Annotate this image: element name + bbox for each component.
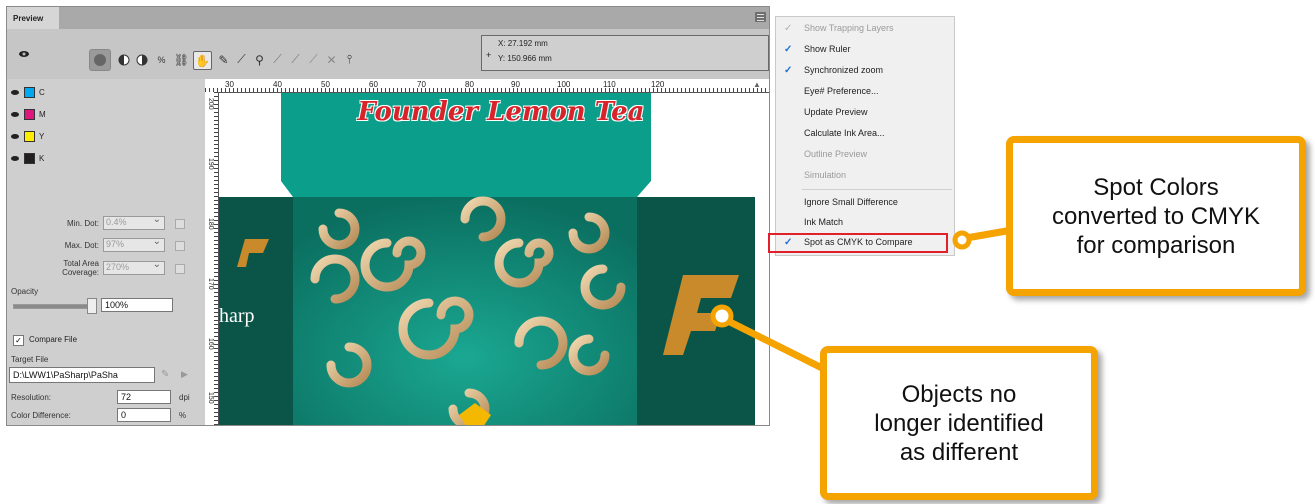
callout-line: converted to CMYK	[1051, 202, 1261, 230]
callout-line: longer identified	[874, 409, 1044, 437]
callout-line: Spot Colors	[1093, 173, 1219, 201]
callout-connector	[720, 314, 828, 374]
callout-anchor	[952, 230, 972, 250]
callout-line: as different	[899, 438, 1019, 466]
callout-spot-colors: Spot Colors converted to CMYK for compar…	[1006, 136, 1306, 296]
callout-line: Objects no	[901, 380, 1017, 408]
callout-line: for comparison	[1076, 231, 1236, 259]
callout-anchor	[710, 304, 734, 328]
callout-objects: Objects no longer identified as differen…	[820, 346, 1098, 500]
